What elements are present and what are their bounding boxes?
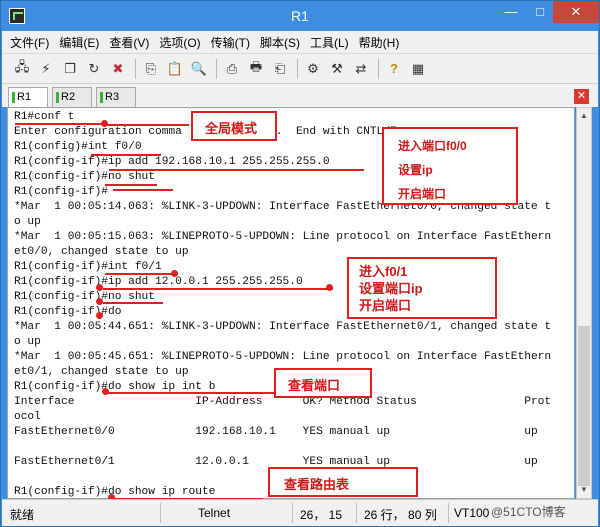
connect-icon[interactable]: 🖧 [12,59,32,79]
annotation-underline [91,154,161,156]
menu-script[interactable]: 脚本(S) [260,34,300,51]
annotation-text: 开启端口 [398,187,447,201]
terminal-scrollbar[interactable]: ▲ ▼ [576,107,592,499]
connected-indicator-icon [100,92,103,103]
menu-bar: 文件(F) 编辑(E) 查看(V) 选项(O) 传输(T) 脚本(S) 工具(L… [2,31,598,53]
annotation-underline [105,124,189,126]
terminal-line: ocol [14,411,41,423]
tab-r1[interactable]: R1 [8,87,48,107]
status-protocol: Telnet [198,506,231,520]
annotation-underline [15,123,105,125]
annotation-text: 全局模式 [205,121,258,136]
toolbar-separator [297,58,298,79]
annotation-view-route: 查看路由表 [268,467,418,497]
close-button[interactable]: ✕ [553,1,599,23]
menu-file[interactable]: 文件(F) [10,34,49,51]
annotation-underline [109,169,364,171]
scroll-up-icon[interactable]: ▲ [577,108,591,124]
menu-options[interactable]: 选项(O) [159,34,200,51]
print-icon[interactable]: 🖶 [246,59,266,79]
terminal-line: *Mar 1 00:05:44.651: %LINK-3-UPDOWN: Int… [14,321,552,333]
annotation-view-port: 查看端口 [274,368,372,398]
annotation-text: 查看路由表 [284,477,350,492]
reconnect-icon[interactable]: ↻ [84,59,104,79]
toolbar-separator [135,58,136,79]
global-options-icon[interactable]: ⚒ [327,59,347,79]
annotation-dot [96,284,103,291]
scroll-down-icon[interactable]: ▼ [577,482,591,498]
session-options-icon[interactable]: ⚙ [303,59,323,79]
disconnect-icon[interactable]: ✖ [108,59,128,79]
annotation-underline [103,288,333,290]
annotation-text: 进入端口f0/0 [398,139,467,153]
copy-icon[interactable]: ⎘ [141,59,161,79]
terminal-line: FastEthernet0/0 192.168.10.1 YES manual … [14,426,538,438]
connected-indicator-icon [56,92,59,103]
menu-transfer[interactable]: 传输(T) [211,34,250,51]
annotation-underline [103,302,163,304]
tab-label: R1 [17,91,32,103]
status-cursor-position: 26， 15 [300,508,343,522]
menu-help[interactable]: 帮助(H) [359,34,400,51]
status-separator [160,503,161,523]
terminal-line: o up [14,216,41,228]
annotation-underline [107,392,277,394]
annotation-dot [96,298,103,305]
annotation-text: 查看端口 [288,378,341,393]
annotation-global-mode: 全局模式 [191,111,277,141]
annotation-dot [96,312,103,319]
status-separator [292,503,293,523]
status-terminal-type: VT100 [454,506,490,520]
tab-r2[interactable]: R2 [52,87,92,107]
status-separator [356,503,357,523]
annotation-underline [113,189,173,191]
scroll-thumb[interactable] [578,326,590,486]
help-icon[interactable]: ? [384,59,404,79]
terminal-line: o up [14,336,41,348]
session-tabs: R1 R2 R3 ✕ [2,83,598,107]
annotation-text: 进入f0/1 [359,264,408,279]
quick-connect-icon[interactable]: ⚡ [36,59,56,79]
annotation-underline [105,184,157,186]
menu-tools[interactable]: 工具(L) [310,34,349,51]
annotation-f01-group: 进入f0/1 设置端口ip 开启端口 [347,257,497,319]
terminal-line: *Mar 1 00:05:15.063: %LINEPROTO-5-UPDOWN… [14,231,552,243]
paste-icon[interactable]: 📋 [165,59,185,79]
toolbar-separator [378,58,379,79]
find-icon[interactable]: 🔍 [189,59,209,79]
annotation-underline [105,273,175,275]
sftp-icon[interactable]: ⇄ [351,59,371,79]
tab-label: R3 [105,91,120,103]
annotation-dot [326,284,333,291]
maximize-button[interactable]: □ [526,1,554,23]
print-setup-icon[interactable]: ⎙ [222,59,242,79]
annotation-text: 开启端口 [359,298,412,313]
minimize-button[interactable]: — [497,1,525,23]
watermark: @51CTO博客 [491,505,566,519]
terminal-line: *Mar 1 00:05:45.651: %LINEPROTO-5-UPDOWN… [14,351,552,363]
close-tab-icon[interactable]: ✕ [574,89,589,104]
connect-tab-icon[interactable]: ❐ [60,59,80,79]
app-window: R1 — □ ✕ 文件(F) 编辑(E) 查看(V) 选项(O) 传输(T) 脚… [0,0,600,527]
annotation-text: 设置端口ip [359,281,423,296]
toolbar: 🖧 ⚡ ❐ ↻ ✖ ⎘ 📋 🔍 ⎙ 🖶 ⎗ ⚙ ⚒ ⇄ ? ▦ [2,53,598,83]
menu-edit[interactable]: 编辑(E) [59,34,99,51]
annotation-f00-group: 进入端口f0/0 设置ip 开启端口 [382,127,518,205]
toolbar-separator [216,58,217,79]
title-bar[interactable]: R1 — □ ✕ [1,1,599,31]
tab-label: R2 [61,91,76,103]
print-screen-icon[interactable]: ⎗ [270,59,290,79]
annotation-text: 设置ip [398,163,433,177]
status-terminal-size: 26 行， 80 列 [364,508,437,522]
status-ready: 就绪 [10,508,35,522]
annotation-dot [171,270,178,277]
status-separator [448,503,449,523]
tab-r3[interactable]: R3 [96,87,136,107]
map-icon[interactable]: ▦ [408,59,428,79]
menu-view[interactable]: 查看(V) [109,34,149,51]
connected-indicator-icon [12,92,15,103]
